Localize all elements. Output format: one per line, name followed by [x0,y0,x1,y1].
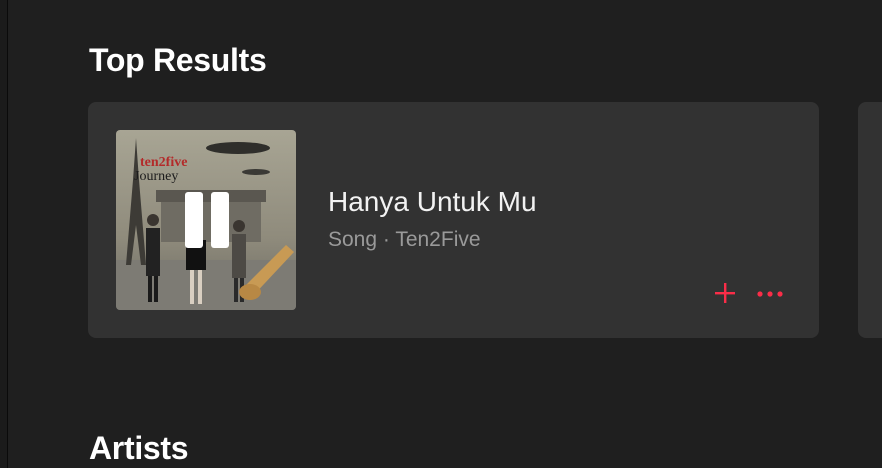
sidebar-edge [0,0,8,468]
pause-icon-bar-left [185,192,203,248]
song-title[interactable]: Hanya Untuk Mu [328,186,537,218]
top-results-heading: Top Results [89,42,267,78]
song-subtitle: Song · Ten2Five [328,228,481,251]
add-to-library-button[interactable] [712,280,738,306]
pause-icon-bar-right [211,192,229,248]
album-artwork: ten2five Journey [116,130,296,310]
pause-button[interactable] [116,130,296,310]
next-result-card[interactable] [858,102,882,338]
ellipsis-icon [757,291,783,297]
artists-heading: Artists [89,430,189,466]
more-options-button[interactable] [753,282,789,306]
top-result-card[interactable]: ten2five Journey Hanya Untuk Mu Song · T… [88,102,819,338]
plus-icon [715,283,735,303]
